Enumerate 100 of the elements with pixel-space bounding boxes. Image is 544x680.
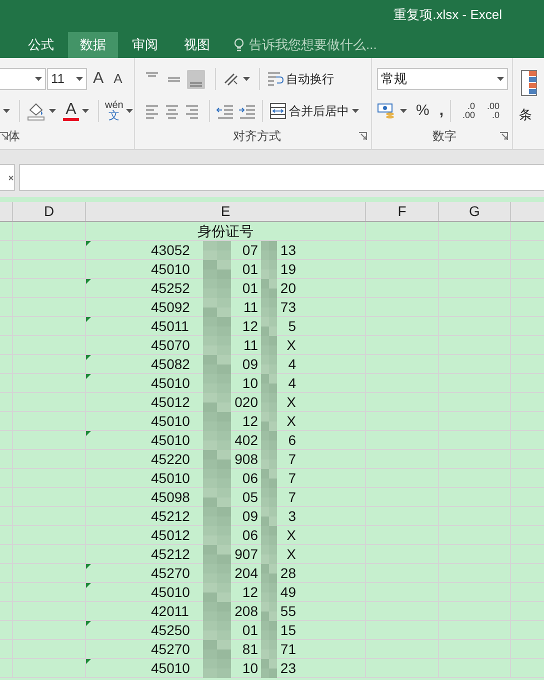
decrease-indent-icon[interactable] — [216, 103, 234, 119]
id-number-fragment: 020 — [234, 392, 258, 412]
id-number-prefix: 45250 — [151, 620, 191, 640]
id-number-suffix: X — [286, 412, 296, 430]
id-number-suffix: X — [286, 392, 296, 412]
id-number-prefix: 45012 — [151, 526, 191, 544]
group-label: 体 — [8, 128, 20, 145]
column-header[interactable]: E — [86, 202, 366, 221]
id-number-fragment: 10 — [241, 658, 258, 678]
id-number-suffix: 5 — [287, 316, 296, 336]
id-number-prefix: 45098 — [151, 488, 191, 506]
font-color-button[interactable]: A — [63, 102, 79, 120]
name-box[interactable] — [0, 164, 15, 191]
merge-cells-icon[interactable] — [269, 102, 287, 120]
number-format-dropdown[interactable]: 常规 — [377, 68, 508, 90]
formula-input[interactable] — [19, 164, 544, 191]
function-icon[interactable] — [9, 174, 14, 182]
id-number-suffix: 73 — [279, 298, 296, 316]
id-number-fragment: 06 — [241, 526, 258, 544]
id-number-fragment: 01 — [241, 278, 258, 298]
id-number-suffix: X — [286, 544, 296, 564]
merge-center-button[interactable]: 合并后居中 — [269, 102, 349, 120]
lightbulb-icon[interactable] — [234, 38, 244, 52]
id-number-fragment: 907 — [234, 544, 258, 564]
phonetic-button[interactable]: wén 文 — [105, 101, 124, 121]
group-label: 数字 — [432, 128, 456, 145]
text-orientation-icon[interactable] — [222, 71, 240, 87]
caret-icon[interactable] — [497, 77, 504, 81]
id-number-fragment: 204 — [234, 564, 258, 582]
caret-icon[interactable] — [126, 109, 134, 113]
column-header[interactable]: D — [13, 202, 86, 221]
id-number-prefix: 45010 — [151, 430, 191, 450]
id-number-suffix: 7 — [287, 468, 296, 488]
column-header[interactable]: G — [439, 202, 511, 221]
id-number-suffix: 71 — [279, 640, 296, 658]
id-number-fragment: 81 — [241, 640, 258, 658]
increase-decimal-button[interactable]: .0 .00 — [456, 102, 476, 120]
dialog-launcher-icon[interactable] — [0, 132, 8, 140]
id-number-prefix: 45070 — [151, 336, 191, 354]
tell-me-search[interactable]: 告诉我您想要做什么... — [249, 35, 377, 55]
percent-style-button[interactable]: % — [416, 100, 430, 122]
header-cell-text: 身份证号 — [198, 222, 254, 240]
ribbon-tab[interactable]: 数据 — [68, 32, 118, 58]
id-number-fragment: 11 — [242, 298, 258, 316]
id-number-fragment: 09 — [241, 354, 258, 374]
id-number-fragment: 01 — [241, 620, 258, 640]
id-number-fragment: 11 — [242, 336, 258, 354]
merge-center-label: 合并后居中 — [289, 103, 349, 120]
id-number-suffix: 7 — [287, 488, 296, 506]
caret-icon[interactable] — [243, 77, 250, 81]
caret-icon[interactable] — [35, 77, 42, 81]
font-color-letter: A — [66, 102, 76, 118]
caret-icon[interactable] — [3, 109, 10, 113]
id-number-prefix: 45010 — [151, 412, 191, 430]
group-label: 对齐方式 — [233, 128, 281, 145]
id-number-prefix: 45010 — [151, 374, 191, 392]
id-number-prefix: 45010 — [151, 582, 191, 602]
decimal-label: .0 — [492, 111, 500, 120]
id-number-suffix: 19 — [279, 260, 296, 278]
id-number-fragment: 12 — [241, 582, 258, 602]
id-number-suffix: 4 — [287, 374, 296, 392]
increase-indent-icon[interactable] — [238, 103, 256, 119]
fill-color-icon[interactable] — [26, 101, 46, 121]
id-number-fragment: 12 — [241, 316, 258, 336]
align-bottom-icon[interactable] — [187, 70, 205, 88]
caret-icon[interactable] — [76, 77, 83, 81]
id-number-fragment: 908 — [234, 450, 258, 468]
font-size-value: 11 — [51, 70, 64, 88]
decimal-label: .00 — [462, 111, 476, 120]
id-number-prefix: 45212 — [151, 544, 191, 564]
id-number-prefix: 45270 — [151, 564, 191, 582]
decrease-decimal-button[interactable]: .00 .0 — [481, 102, 500, 120]
id-number-suffix: 7 — [287, 450, 296, 468]
window-title: 重复项.xlsx - Excel — [394, 6, 502, 24]
id-number-fragment: 01 — [241, 260, 258, 278]
shrink-font-button[interactable]: A — [114, 69, 126, 89]
id-number-prefix: 45270 — [151, 640, 191, 658]
font-color-bar — [63, 118, 79, 120]
font-size-dropdown[interactable]: 11 — [47, 68, 87, 90]
caret-icon[interactable] — [49, 109, 56, 113]
column-header[interactable]: F — [366, 202, 439, 221]
wrap-text-button[interactable]: 自动换行 — [266, 70, 334, 88]
caret-icon[interactable] — [352, 109, 359, 113]
wrap-text-icon[interactable] — [266, 70, 284, 88]
comma-style-button[interactable]: , — [439, 100, 444, 122]
id-number-prefix: 45012 — [151, 392, 191, 412]
dialog-launcher-icon[interactable] — [500, 132, 508, 140]
id-number-prefix: 45082 — [151, 354, 191, 374]
decimal-label: .0 — [468, 102, 476, 111]
id-number-fragment: 402 — [234, 430, 258, 450]
id-number-prefix: 45011 — [151, 316, 190, 336]
id-number-suffix: 4 — [287, 354, 296, 374]
conditional-format-button[interactable]: 条 — [519, 105, 532, 125]
caret-icon[interactable] — [82, 109, 89, 113]
id-number-suffix: 6 — [287, 430, 296, 450]
caret-icon[interactable] — [400, 109, 407, 113]
conditional-format-icon[interactable] — [521, 70, 537, 96]
grow-font-button[interactable]: A — [93, 67, 108, 91]
currency-icon[interactable] — [377, 102, 397, 120]
dialog-launcher-icon[interactable] — [359, 132, 367, 140]
